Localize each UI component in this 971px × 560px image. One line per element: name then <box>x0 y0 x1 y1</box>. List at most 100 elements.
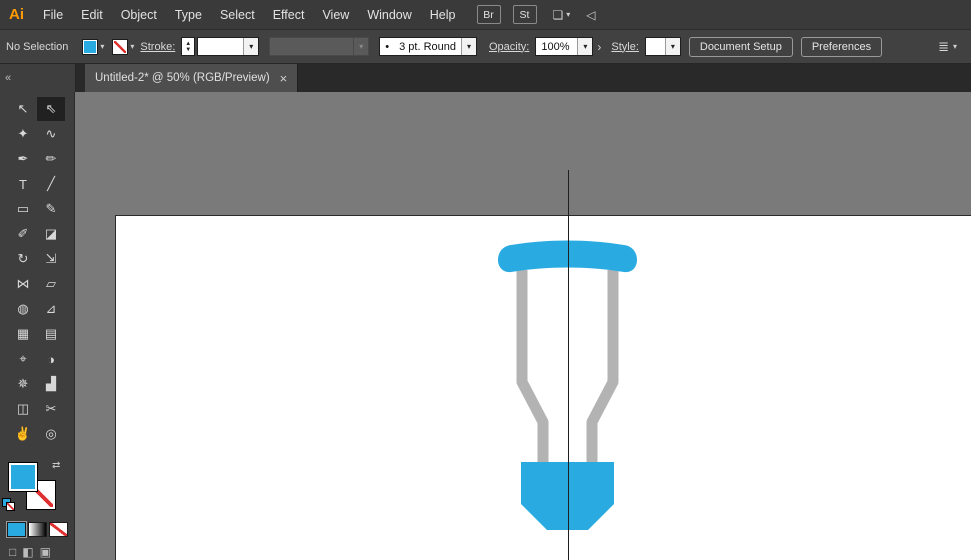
stepper-down-icon: ▼ <box>185 47 191 53</box>
scale-tool[interactable]: ⇲ <box>37 247 65 271</box>
control-bar: No Selection ▾ ▾ Stroke: ▲ ▼ ▾ ▾ • 3 pt.… <box>0 30 971 64</box>
menu-object[interactable]: Object <box>112 0 166 30</box>
fill-color-control[interactable]: ▾ <box>82 39 104 55</box>
type-tool[interactable]: T <box>9 172 37 196</box>
chevron-down-icon: ▾ <box>130 42 134 51</box>
magic-wand-tool[interactable]: ✦ <box>9 122 37 146</box>
stroke-swatch-icon <box>112 39 128 55</box>
menu-effect[interactable]: Effect <box>264 0 314 30</box>
collapse-panel-icon: « <box>5 72 11 84</box>
brush-dot-icon: • <box>380 41 394 53</box>
default-fill-stroke-icon[interactable] <box>2 498 16 512</box>
gradient-mode-button[interactable] <box>28 522 47 537</box>
hand-tool[interactable]: ✌ <box>9 422 37 446</box>
app-logo[interactable]: Ai <box>0 6 34 23</box>
menu-select[interactable]: Select <box>211 0 264 30</box>
eyedropper-tool[interactable]: ⌖ <box>9 347 37 371</box>
menu-edit[interactable]: Edit <box>72 0 112 30</box>
stroke-panel-link[interactable]: Stroke: <box>140 41 175 53</box>
blend-tool[interactable]: ◑ <box>37 347 65 371</box>
direct-selection-tool[interactable]: ⇖ <box>37 97 65 121</box>
workspace-switcher[interactable]: ❏ ▾ <box>553 8 571 22</box>
stroke-color-control[interactable]: ▾ <box>112 39 134 55</box>
draw-mode-buttons: □ ◧ ▣ <box>9 545 74 559</box>
none-mode-button[interactable] <box>49 522 68 537</box>
opacity-value: 100% <box>536 41 577 53</box>
perspective-grid-tool[interactable]: ⊿ <box>37 297 65 321</box>
slice-tool[interactable]: ✂ <box>37 397 65 421</box>
color-mode-button[interactable] <box>7 522 26 537</box>
chevron-down-icon: ▾ <box>665 38 680 55</box>
color-mode-buttons <box>7 522 74 537</box>
free-transform-tool[interactable]: ▱ <box>37 272 65 296</box>
align-icon: ≣ <box>938 39 949 55</box>
vertical-guide-line[interactable] <box>568 170 569 560</box>
preferences-button[interactable]: Preferences <box>801 37 882 57</box>
pen-tool[interactable]: ✒ <box>9 147 37 171</box>
opacity-panel-link[interactable]: Opacity: <box>489 41 529 53</box>
draw-behind-icon[interactable]: ◧ <box>22 545 33 559</box>
close-icon[interactable]: × <box>280 71 288 86</box>
menu-help[interactable]: Help <box>421 0 465 30</box>
brush-definition-combo[interactable]: • 3 pt. Round ▾ <box>379 37 477 56</box>
chevron-down-icon: ▾ <box>953 42 957 51</box>
chevron-down-icon: ▾ <box>100 42 104 51</box>
draw-normal-icon[interactable]: □ <box>9 545 16 559</box>
fill-swatch-icon <box>82 39 98 55</box>
crutch-artwork <box>485 232 665 542</box>
rectangle-tool[interactable]: ▭ <box>9 197 37 221</box>
eraser-tool[interactable]: ◪ <box>37 222 65 246</box>
menu-view[interactable]: View <box>313 0 358 30</box>
chevron-down-icon: ▾ <box>243 38 258 55</box>
selection-status: No Selection <box>6 41 68 53</box>
bridge-button[interactable]: Br <box>477 5 501 24</box>
document-tab-bar: « Untitled-2* @ 50% (RGB/Preview) × <box>0 64 971 92</box>
opacity-flyout-icon[interactable]: › <box>597 40 601 54</box>
workspace-icon: ❏ <box>553 8 564 22</box>
stroke-width-stepper[interactable]: ▲ ▼ <box>181 37 195 56</box>
artboard-tool[interactable]: ◫ <box>9 397 37 421</box>
document-tab[interactable]: Untitled-2* @ 50% (RGB/Preview) × <box>85 64 298 92</box>
symbol-sprayer-tool[interactable]: ✵ <box>9 372 37 396</box>
rotate-tool[interactable]: ↻ <box>9 247 37 271</box>
tools-grid: ↖ ⇖ ✦ ∿ ✒ ✏ T ╱ ▭ ✎ ✐ ◪ ↻ ⇲ ⋈ ▱ ◍ ⊿ ▦ ▤ … <box>0 92 74 446</box>
menu-type[interactable]: Type <box>166 0 211 30</box>
tools-panel: ↖ ⇖ ✦ ∿ ✒ ✏ T ╱ ▭ ✎ ✐ ◪ ↻ ⇲ ⋈ ▱ ◍ ⊿ ▦ ▤ … <box>0 92 75 560</box>
mesh-tool[interactable]: ▦ <box>9 322 37 346</box>
canvas-area[interactable] <box>75 92 971 560</box>
chevron-down-icon: ▾ <box>353 38 368 55</box>
pencil-tool[interactable]: ✐ <box>9 222 37 246</box>
announcement-icon[interactable]: ◁ <box>586 8 595 22</box>
shape-builder-tool[interactable]: ◍ <box>9 297 37 321</box>
brush-definition-value: 3 pt. Round <box>394 41 461 53</box>
style-panel-link[interactable]: Style: <box>611 41 639 53</box>
gradient-tool[interactable]: ▤ <box>37 322 65 346</box>
default-stroke-icon <box>6 502 15 511</box>
chevron-down-icon: ▾ <box>566 10 570 19</box>
stock-button[interactable]: St <box>513 5 537 24</box>
selection-tool[interactable]: ↖ <box>9 97 37 121</box>
document-setup-button[interactable]: Document Setup <box>689 37 793 57</box>
fill-indicator[interactable] <box>8 462 38 492</box>
line-segment-tool[interactable]: ╱ <box>37 172 65 196</box>
panel-collapse[interactable]: « <box>0 64 76 92</box>
zoom-tool[interactable]: ◎ <box>37 422 65 446</box>
paintbrush-tool[interactable]: ✎ <box>37 197 65 221</box>
document-title: Untitled-2* @ 50% (RGB/Preview) <box>95 72 270 84</box>
opacity-combo[interactable]: 100% ▾ <box>535 37 593 56</box>
variable-width-combo: ▾ <box>269 37 369 56</box>
align-options-control[interactable]: ≣ ▾ <box>938 39 957 55</box>
menu-window[interactable]: Window <box>358 0 420 30</box>
chevron-down-icon: ▾ <box>577 38 592 55</box>
menu-bar: Ai File Edit Object Type Select Effect V… <box>0 0 971 30</box>
swap-fill-stroke-icon[interactable]: ⇄ <box>52 460 60 471</box>
draw-inside-icon[interactable]: ▣ <box>40 545 51 559</box>
curvature-tool[interactable]: ✏ <box>37 147 65 171</box>
lasso-tool[interactable]: ∿ <box>37 122 65 146</box>
menu-file[interactable]: File <box>34 0 72 30</box>
width-tool[interactable]: ⋈ <box>9 272 37 296</box>
stroke-width-combo[interactable]: ▾ <box>197 37 259 56</box>
column-graph-tool[interactable]: ▟ <box>37 372 65 396</box>
main-area: ↖ ⇖ ✦ ∿ ✒ ✏ T ╱ ▭ ✎ ✐ ◪ ↻ ⇲ ⋈ ▱ ◍ ⊿ ▦ ▤ … <box>0 92 971 560</box>
style-combo[interactable]: ▾ <box>645 37 681 56</box>
